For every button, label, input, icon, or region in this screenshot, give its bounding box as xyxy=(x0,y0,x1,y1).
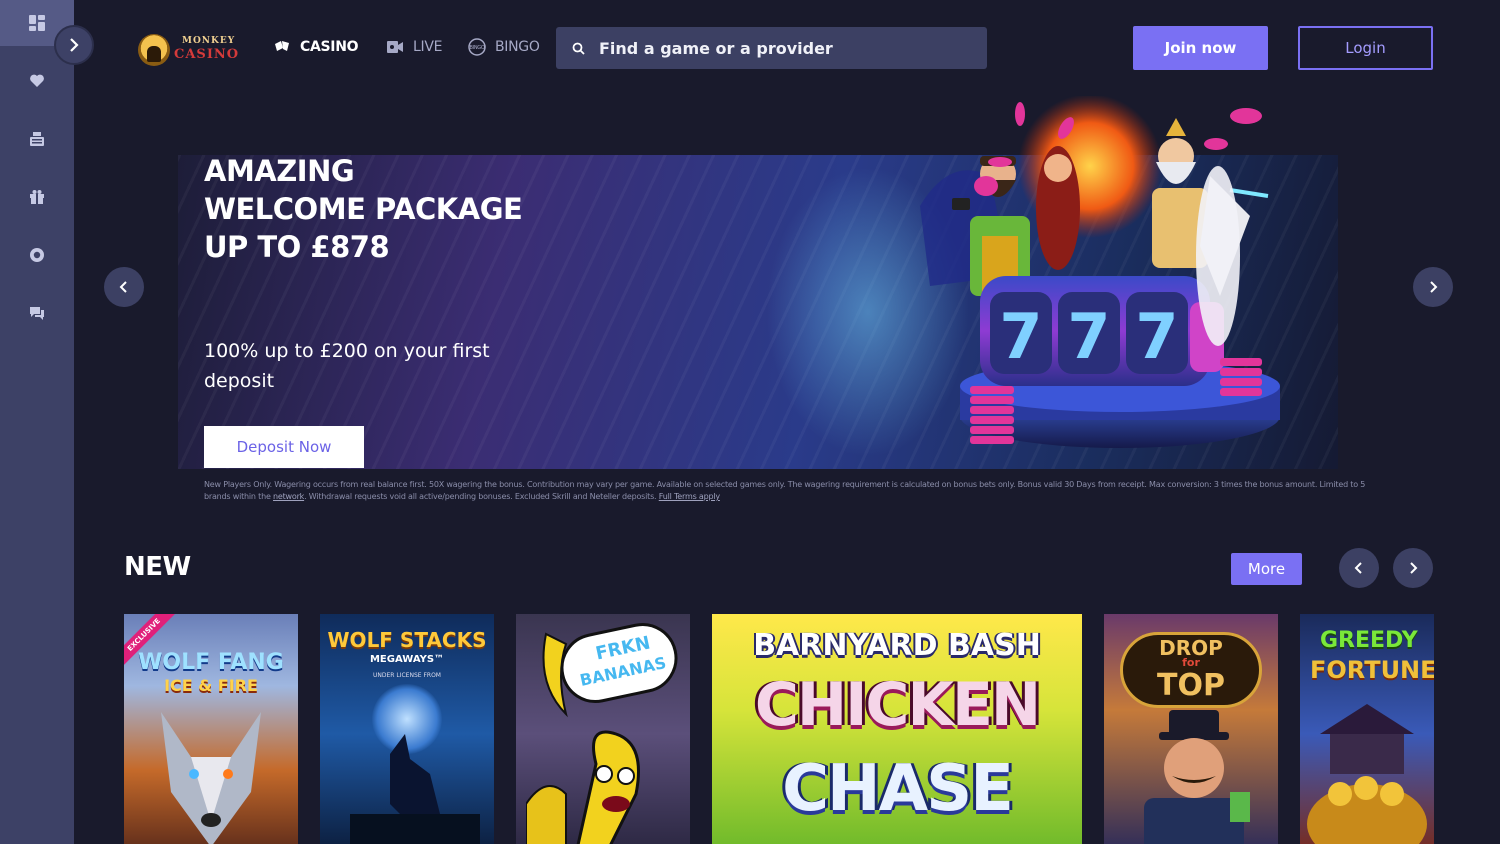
chevron-left-icon xyxy=(119,281,127,293)
cards-icon xyxy=(275,41,289,51)
monkey-logo-icon xyxy=(138,34,170,66)
game-tile-wolf-stacks[interactable]: WOLF STACKS MEGAWAYS™ UNDER LICENSE FROM xyxy=(320,614,494,844)
game-title-line1: WOLF STACKS xyxy=(327,628,487,652)
game-tile-drop-for-top[interactable]: DROP for TOP xyxy=(1104,614,1278,844)
search-input[interactable] xyxy=(599,38,959,58)
more-button[interactable]: More xyxy=(1231,553,1302,585)
section-title-new: NEW xyxy=(124,552,191,582)
chevron-right-icon xyxy=(1430,281,1438,293)
slot-reel-1: 7 xyxy=(999,300,1042,373)
sidebar-item-promotions[interactable] xyxy=(0,174,74,220)
live-icon xyxy=(387,41,403,53)
game-title-line2: FORTUNE P xyxy=(1310,656,1434,684)
game-title-line1: WOLF FANG xyxy=(138,650,284,675)
games-prev-button[interactable] xyxy=(1339,548,1379,588)
gift-icon xyxy=(30,190,44,204)
game-tile-greedy-fortune[interactable]: GREEDY FORTUNE P xyxy=(1300,614,1434,844)
game-title-line2: CHICKEN xyxy=(754,670,1041,740)
sidebar-toggle-button[interactable] xyxy=(54,25,94,65)
sidebar-item-support[interactable] xyxy=(0,290,74,336)
hero-subtitle: 100% up to £200 on your first deposit xyxy=(204,340,490,392)
game-title-line2: MEGAWAYS™ xyxy=(369,654,445,665)
cashier-icon xyxy=(30,132,44,146)
bingo-icon: BINGO xyxy=(468,38,486,56)
chat-support-icon xyxy=(30,307,44,320)
chevron-right-icon xyxy=(70,38,79,52)
hero-artwork: 7 7 7 xyxy=(920,96,1280,448)
game-tile-frkn-bananas[interactable]: FRKN BANANAS xyxy=(516,614,690,844)
sidebar xyxy=(0,0,74,844)
full-terms-link[interactable]: Full Terms apply xyxy=(659,492,720,501)
terms-network-link[interactable]: network xyxy=(273,492,304,501)
chevron-left-icon xyxy=(1354,562,1362,574)
howling-wolf-art xyxy=(350,734,480,844)
lifebuoy-icon xyxy=(30,248,44,262)
hero-prev-button[interactable] xyxy=(104,267,144,307)
bonus-terms: New Players Only. Wagering occurs from r… xyxy=(204,480,1366,501)
site-logo[interactable]: MONKEY CASINO xyxy=(138,32,238,66)
wolf-art xyxy=(161,712,261,844)
hero-next-button[interactable] xyxy=(1413,267,1453,307)
nav-live-label: LIVE xyxy=(413,39,443,55)
join-now-button[interactable]: Join now xyxy=(1133,26,1268,70)
hero-title: AMAZING WELCOME PACKAGE UP TO £878 xyxy=(204,154,523,264)
nav-bingo-label: BINGO xyxy=(495,39,540,55)
login-button[interactable]: Login xyxy=(1298,26,1433,70)
nav-bingo[interactable]: BINGO BINGO xyxy=(468,38,540,56)
games-next-button[interactable] xyxy=(1393,548,1433,588)
game-title-line3: CHASE xyxy=(782,752,1014,826)
logo-line1: MONKEY xyxy=(182,36,236,46)
header: MONKEY CASINO CASINO LIVE BINGO BINGO Jo… xyxy=(74,0,1484,96)
nav-casino-label: CASINO xyxy=(300,39,359,55)
nav-casino[interactable]: CASINO xyxy=(273,38,359,56)
main-content: MONKEY CASINO CASINO LIVE BINGO BINGO Jo… xyxy=(74,0,1500,844)
dashboard-icon xyxy=(29,15,45,31)
gentleman-art xyxy=(1144,710,1250,844)
game-title-line2: ICE & FIRE xyxy=(164,676,258,695)
slot-reel-3: 7 xyxy=(1135,300,1178,373)
slot-reel-2: 7 xyxy=(1067,300,1110,373)
search-bar[interactable] xyxy=(556,27,987,69)
sidebar-item-cashier[interactable] xyxy=(0,116,74,162)
game-title-line3: TOP xyxy=(1157,668,1225,703)
game-title-line1: GREEDY xyxy=(1320,628,1418,653)
heart-icon xyxy=(30,74,44,87)
sidebar-item-favourites[interactable] xyxy=(0,58,74,104)
banana-art xyxy=(526,632,640,844)
game-tile-chicken-chase[interactable]: BARNYARD BASH CHICKEN CHASE xyxy=(712,614,1082,844)
game-title-line1: BARNYARD BASH xyxy=(753,628,1041,663)
search-icon xyxy=(572,42,585,55)
logo-line2: CASINO xyxy=(174,47,240,62)
sidebar-item-help[interactable] xyxy=(0,232,74,278)
gold-pot-art xyxy=(1307,704,1427,844)
deposit-now-button[interactable]: Deposit Now xyxy=(204,426,364,468)
game-tile-wolf-fang[interactable]: EXCLUSIVE WOLF FANG ICE & FIRE xyxy=(124,614,298,844)
nav-live[interactable]: LIVE xyxy=(386,38,442,56)
game-license-note: UNDER LICENSE FROM xyxy=(373,672,441,679)
svg-text:BINGO: BINGO xyxy=(470,45,485,51)
chevron-right-icon xyxy=(1410,562,1418,574)
